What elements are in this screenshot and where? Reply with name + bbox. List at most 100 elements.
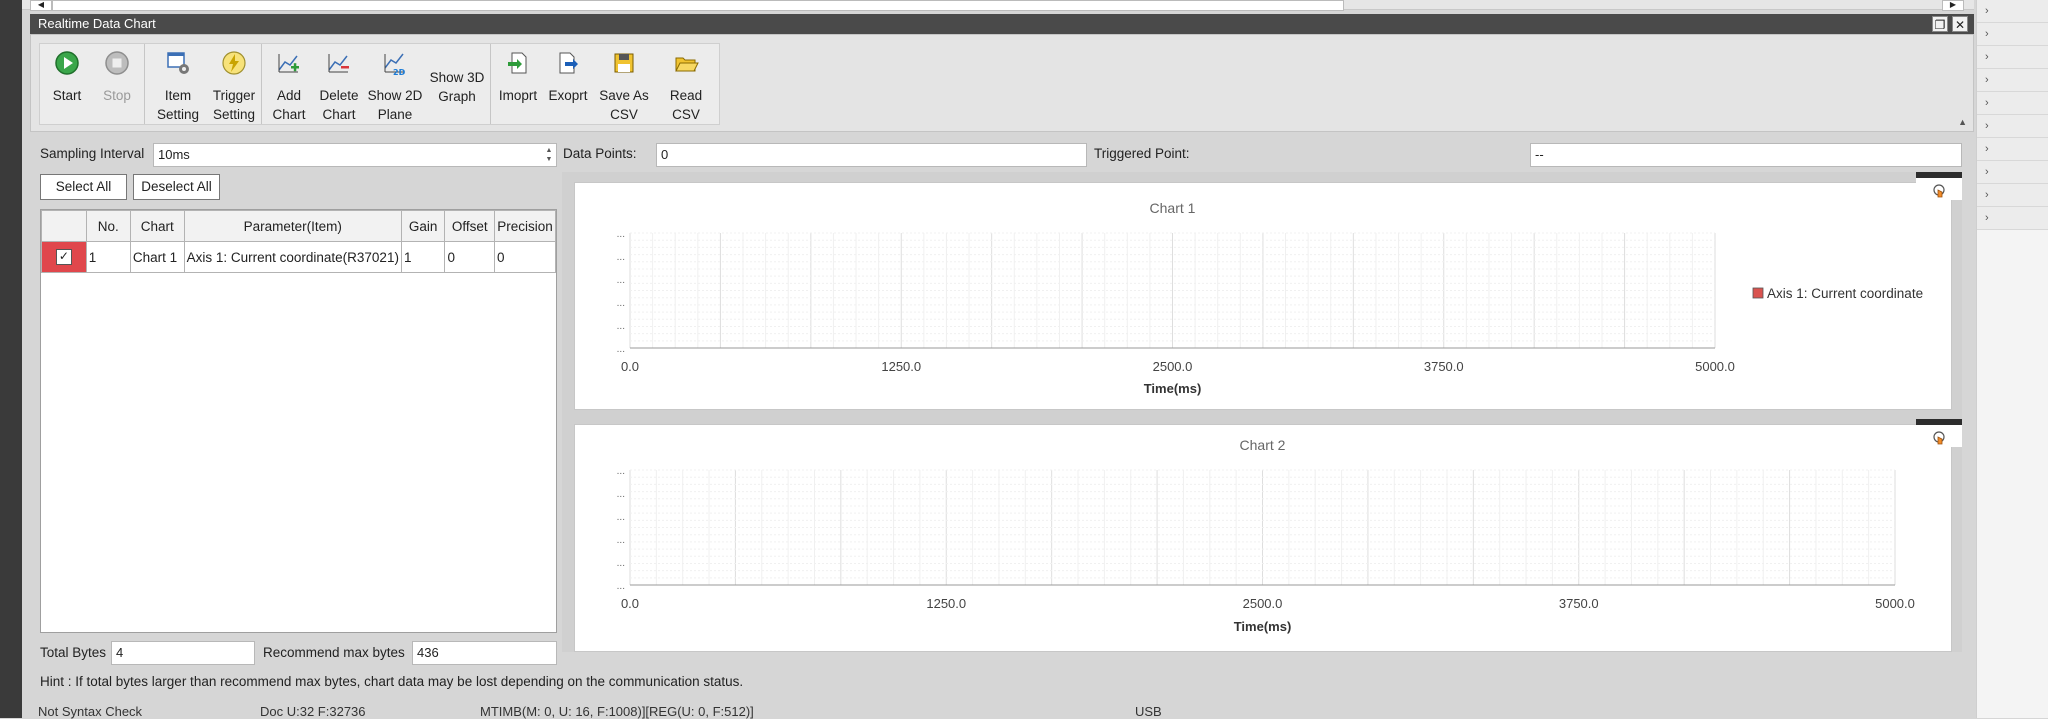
window-title: Realtime Data Chart — [38, 16, 156, 31]
x-axis-label: Time(ms) — [1144, 381, 1202, 396]
chart-2-panel[interactable]: Chart 2.................. 0.0 1250.0 2500.0… — [574, 424, 1952, 652]
chart-1-plot[interactable]: Chart 1.................. 0.0 1250.0 2500.0… — [575, 183, 1953, 411]
close-window-icon[interactable]: ✕ — [1952, 16, 1968, 32]
col-header-no[interactable]: No. — [85, 210, 131, 242]
right-panel-row-chevron-icon[interactable]: › — [1977, 23, 2048, 46]
recommend-max-bytes-value: 436 — [417, 645, 439, 660]
ribbon-collapse-icon[interactable]: ▲ — [1958, 117, 1967, 127]
import-label: Imoprt — [498, 88, 538, 103]
sampling-interval-value: 10ms — [158, 147, 190, 162]
x-tick-label: 0.0 — [621, 596, 639, 611]
stop-icon — [105, 51, 129, 75]
data-points-label: Data Points: — [563, 146, 637, 161]
stop-button[interactable]: Stop — [92, 44, 142, 124]
right-panel-row-chevron-icon[interactable]: › — [1977, 92, 2048, 115]
sampling-interval-label: Sampling Interval — [40, 146, 145, 161]
floppy-save-icon — [614, 53, 634, 73]
play-icon — [55, 51, 79, 75]
trigger-setting-button[interactable]: Trigger Setting — [209, 44, 259, 124]
right-panel-row-chevron-icon[interactable]: › — [1977, 0, 2048, 23]
read-csv-button[interactable]: Read CSV — [655, 44, 717, 124]
charts-area: Chart 1.................. 0.0 1250.0 2500.0… — [562, 172, 1962, 652]
col-header-parameter[interactable]: Parameter(Item) — [183, 210, 402, 242]
chart-1-tab[interactable] — [1916, 172, 1962, 200]
save-as-csv-label: Save As CSV — [599, 88, 649, 122]
y-tick-label: ... — [617, 558, 625, 569]
export-label: Exoprt — [548, 88, 588, 103]
row-precision[interactable]: 0 — [493, 241, 557, 273]
row-gain[interactable]: 1 — [400, 241, 446, 273]
y-tick-label: ... — [617, 344, 625, 355]
right-panel-row-chevron-icon[interactable]: › — [1977, 138, 2048, 161]
right-panel-row-chevron-icon[interactable]: › — [1977, 115, 2048, 138]
recommend-max-bytes-field[interactable]: 436 — [412, 641, 557, 665]
row-no[interactable]: 1 — [85, 241, 131, 273]
row-offset[interactable]: 0 — [444, 241, 495, 273]
restore-window-icon[interactable]: ❐ — [1932, 16, 1948, 32]
x-tick-label: 2500.0 — [1153, 359, 1193, 374]
total-bytes-label: Total Bytes — [40, 645, 107, 660]
row-parameter[interactable]: Axis 1: Current coordinate(R37021) — [183, 241, 402, 273]
row-checkbox-cell[interactable]: ✓ — [41, 241, 87, 273]
total-bytes-value: 4 — [116, 645, 124, 660]
x-tick-label: 3750.0 — [1424, 359, 1464, 374]
x-tick-label: 1250.0 — [926, 596, 966, 611]
row-chart[interactable]: Chart 1 — [129, 241, 185, 273]
group-settings: Item Setting Trigger Setting — [145, 44, 262, 124]
data-points-value: 0 — [661, 147, 669, 162]
checkbox-checked-icon[interactable]: ✓ — [55, 249, 72, 266]
table-row[interactable]: ✓ 1 Chart 1 Axis 1: Current coordinate(R… — [41, 241, 557, 273]
right-panel-row-chevron-icon[interactable]: › — [1977, 161, 2048, 184]
window-title-bar: Realtime Data Chart ❐ ✕ — [30, 14, 1974, 34]
table-header-row: No. Chart Parameter(Item) Gain Offset Pr… — [41, 210, 557, 242]
import-button[interactable]: Imoprt — [493, 44, 543, 124]
col-header-gain[interactable]: Gain — [400, 210, 446, 242]
x-tick-label: 3750.0 — [1559, 596, 1599, 611]
right-panel-row-chevron-icon[interactable]: › — [1977, 184, 2048, 207]
start-button[interactable]: Start — [42, 44, 92, 124]
add-chart-label: Add Chart — [272, 88, 306, 122]
total-bytes-field[interactable]: 4 — [111, 641, 255, 665]
chart-2-tab[interactable] — [1916, 419, 1962, 447]
legend-entry[interactable]: Axis 1: Current coordinate — [1767, 286, 1923, 301]
y-tick-label: ... — [617, 252, 625, 263]
svg-text:2D: 2D — [393, 68, 406, 76]
recommend-max-bytes-label: Recommend max bytes — [263, 645, 405, 660]
data-points-field[interactable]: 0 — [656, 143, 1087, 167]
sampling-interval-spinner[interactable]: 10ms ▲ ▼ — [153, 143, 557, 167]
show-2d-plane-button[interactable]: 2D Show 2D Plane — [364, 44, 426, 124]
chart-2-plot[interactable]: Chart 2.................. 0.0 1250.0 2500.0… — [575, 425, 1953, 653]
stop-label: Stop — [103, 88, 131, 103]
scroll-left-arrow-icon[interactable]: ◀ — [30, 0, 52, 11]
delete-chart-button[interactable]: Delete Chart — [314, 44, 364, 124]
export-button[interactable]: Exoprt — [543, 44, 593, 124]
legend-swatch — [1752, 287, 1764, 299]
save-as-csv-button[interactable]: Save As CSV — [593, 44, 655, 124]
plane-2d-icon: 2D — [384, 53, 406, 76]
touch-hand-icon[interactable] — [1930, 182, 1948, 200]
chart-title: Chart 1 — [1150, 200, 1196, 216]
right-panel-row-chevron-icon[interactable]: › — [1977, 207, 2048, 230]
touch-hand-icon[interactable] — [1930, 429, 1948, 447]
parameter-table-panel: No. Chart Parameter(Item) Gain Offset Pr… — [40, 209, 557, 633]
right-panel-row-chevron-icon[interactable]: › — [1977, 46, 2048, 69]
export-icon — [559, 52, 578, 74]
select-all-button[interactable]: Select All — [40, 174, 127, 200]
col-header-precision[interactable]: Precision — [493, 210, 557, 242]
scroll-right-arrow-icon[interactable]: ▶ — [1942, 0, 1964, 11]
top-scrollbar[interactable]: ◀ ▶ — [22, 0, 1974, 11]
add-chart-button[interactable]: Add Chart — [264, 44, 314, 124]
item-setting-button[interactable]: Item Setting — [147, 44, 209, 124]
col-header-offset[interactable]: Offset — [444, 210, 495, 242]
show-3d-graph-button[interactable]: Show 3D Graph — [426, 44, 488, 124]
col-header-chart[interactable]: Chart — [129, 210, 185, 242]
spinner-arrows-icon[interactable]: ▲ ▼ — [544, 146, 554, 164]
scroll-thumb[interactable] — [52, 0, 1344, 11]
triggered-point-field[interactable]: -- — [1530, 143, 1962, 167]
x-tick-label: 0.0 — [621, 359, 639, 374]
right-panel-row-chevron-icon[interactable]: › — [1977, 69, 2048, 92]
hint-text: Hint : If total bytes larger than recomm… — [40, 674, 744, 689]
chart-1-panel[interactable]: Chart 1.................. 0.0 1250.0 2500.0… — [574, 182, 1952, 410]
y-tick-label: ... — [617, 298, 625, 309]
deselect-all-button[interactable]: Deselect All — [133, 174, 220, 200]
